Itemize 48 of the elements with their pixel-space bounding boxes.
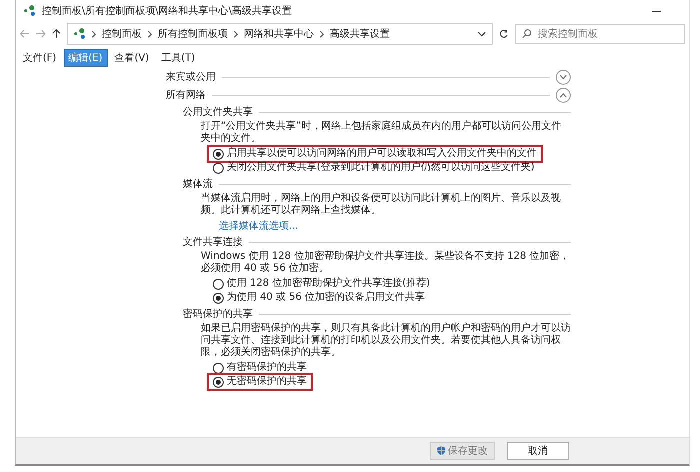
up-arrow-icon[interactable] — [52, 29, 61, 39]
address-bar[interactable]: 控制面板 所有控制面板项 网络和共享中心 高级共享设置 — [67, 23, 493, 45]
menu-item[interactable]: 查看(V) — [110, 49, 154, 67]
section-heading: 来宾或公用 — [166, 71, 216, 84]
collapse-icon[interactable] — [556, 88, 571, 103]
network-icon — [74, 28, 86, 40]
group-heading: 密码保护的共享 — [183, 308, 253, 321]
radio-option[interactable]: 关闭公用文件夹共享(登录到此计算机的用户仍然可以访问这些文件夹) — [209, 161, 539, 175]
group-heading: 文件共享连接 — [183, 236, 243, 249]
section-heading: 所有网络 — [166, 89, 206, 102]
media-streaming-link[interactable]: 选择媒体流选项... — [183, 221, 299, 232]
radio-option[interactable]: 无密码保护的共享 — [209, 375, 311, 389]
radio-button[interactable] — [213, 148, 224, 160]
cancel-button[interactable]: 取消 — [507, 442, 569, 460]
description-text: 当媒体流启用时，网络上的用户和设备便可以访问此计算机上的图片、音乐以及视频。此计算机还可以在网络上查找媒体。 — [200, 193, 562, 217]
radio-button[interactable] — [213, 362, 224, 374]
radio-button[interactable] — [213, 376, 224, 388]
description-text: 如果已启用密码保护的共享，则只有具备此计算机的用户帐户和密码的用户才可以访问共享文件、连接到此计算机的打印机以及公用文件夹。若要使其他人具备访问权限，必须关闭密码保护的共享。 — [200, 323, 571, 359]
chevron-icon — [92, 30, 96, 38]
group-heading: 公用文件夹共享 — [183, 106, 253, 119]
group-heading: 媒体流 — [183, 178, 213, 191]
search-field[interactable]: 搜索控制面板 — [515, 24, 685, 44]
dropdown-icon[interactable] — [478, 32, 486, 36]
shield-icon — [437, 446, 446, 456]
refresh-icon[interactable] — [499, 29, 509, 39]
menu-item[interactable]: 文件(F) — [18, 49, 62, 67]
radio-option[interactable]: 为使用 40 或 56 位加密的设备启用文件共享 — [209, 291, 430, 305]
chevron-icon — [148, 30, 152, 38]
breadcrumb-item[interactable]: 高级共享设置 — [330, 27, 390, 41]
breadcrumb-item[interactable]: 网络和共享中心 — [244, 27, 314, 41]
radio-option[interactable]: 启用共享以便可以访问网络的用户可以读取和写入公用文件夹中的文件 — [209, 147, 541, 161]
breadcrumb-item[interactable]: 所有控制面板项 — [158, 27, 228, 41]
description-text: 打开“公用文件夹共享”时，网络上包括家庭组成员在内的用户都可以访问公用文件夹中的文件。 — [200, 121, 562, 145]
radio-button[interactable] — [213, 278, 224, 290]
radio-option[interactable]: 使用 128 位加密帮助保护文件共享连接(推荐) — [209, 277, 434, 291]
description-text: Windows 使用 128 位加密帮助保护文件共享连接。某些设备不支持 128 位加密，必须使用 40 或 56 位加密。 — [200, 251, 571, 275]
chevron-icon — [320, 30, 324, 38]
menu-item[interactable]: 工具(T) — [156, 49, 200, 67]
radio-button[interactable] — [213, 162, 224, 174]
save-button[interactable]: 保存更改 — [430, 442, 495, 460]
expand-icon[interactable] — [556, 70, 571, 85]
chevron-icon — [234, 30, 238, 38]
network-icon — [24, 5, 36, 17]
radio-button[interactable] — [213, 292, 224, 304]
radio-option[interactable]: 有密码保护的共享 — [209, 361, 311, 375]
breadcrumb-item[interactable]: 控制面板 — [102, 27, 142, 41]
window-title: 控制面板\所有控制面板项\网络和共享中心\高级共享设置 — [42, 4, 294, 18]
minimize-icon[interactable] — [652, 10, 661, 12]
